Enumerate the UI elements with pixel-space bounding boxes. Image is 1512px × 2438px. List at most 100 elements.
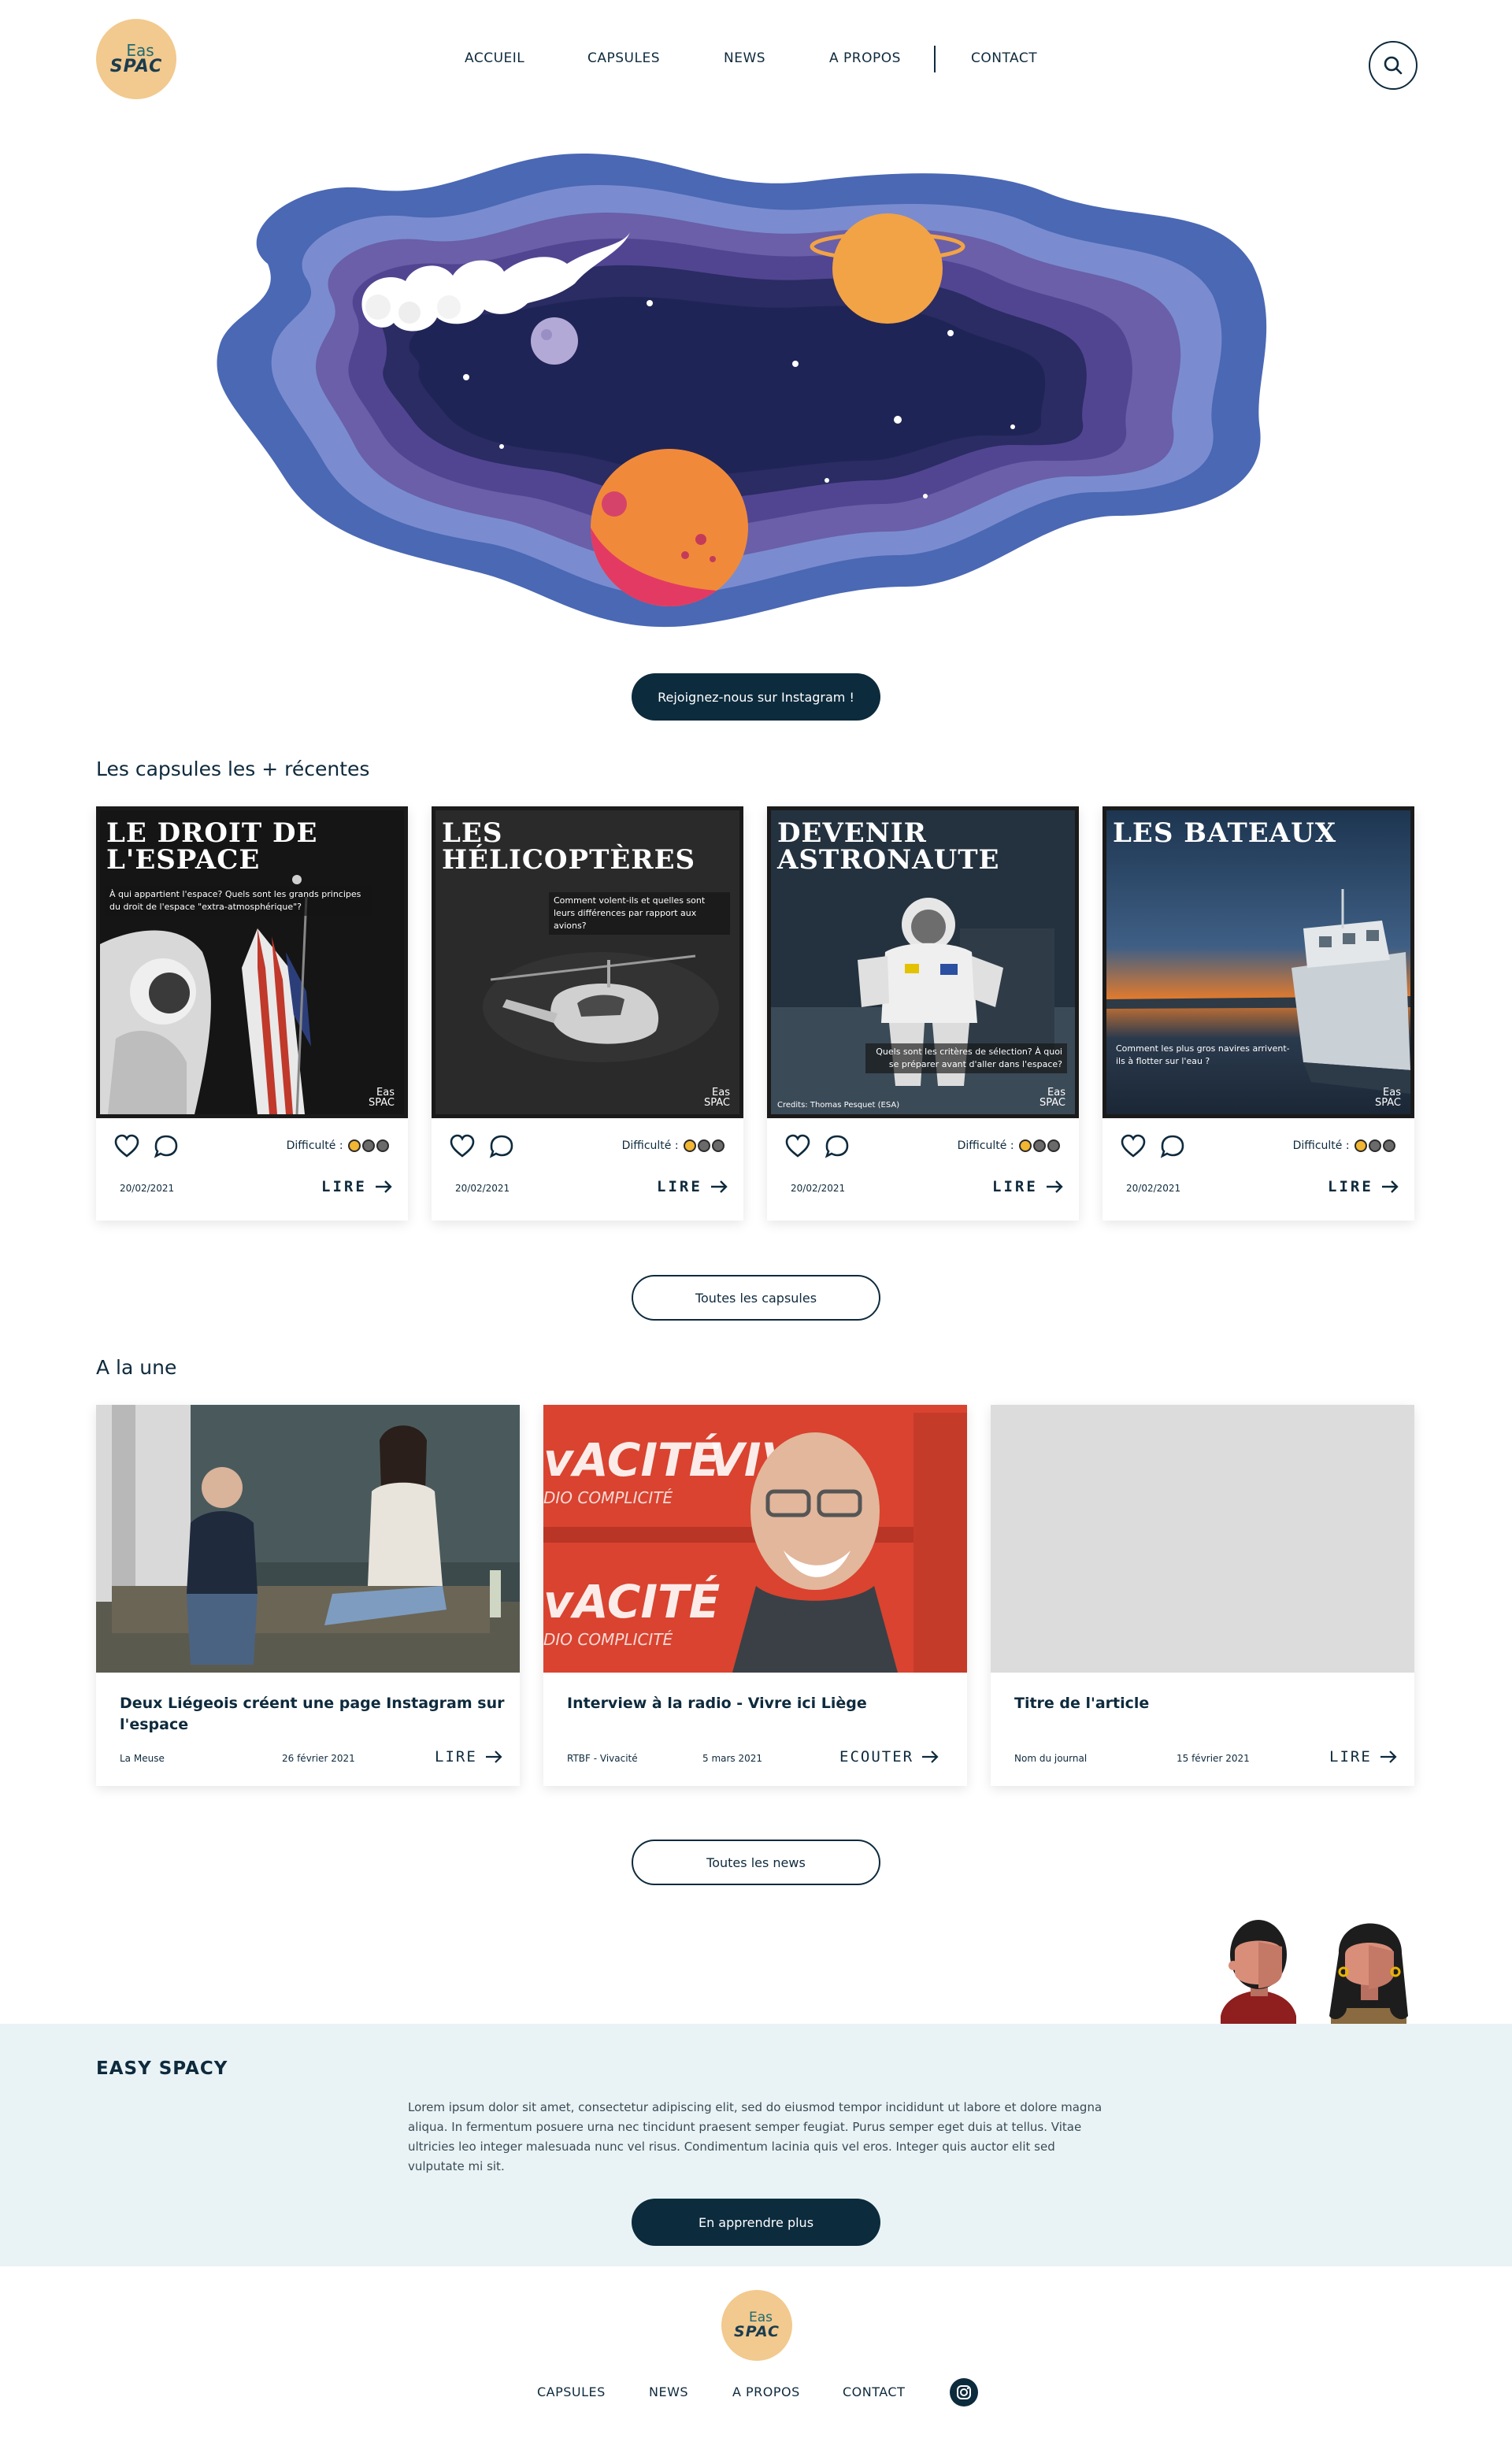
about-title: EASY SPACY (96, 2058, 228, 2079)
footer-nav-news[interactable]: NEWS (649, 2384, 688, 2399)
footer-nav-contact[interactable]: CONTACT (843, 2384, 905, 2399)
news-title: Interview à la radio - Vivre ici Liège (567, 1695, 867, 1712)
news-title: Titre de l'article (1014, 1695, 1150, 1712)
news-date: 15 février 2021 (1177, 1753, 1250, 1764)
heart-icon[interactable] (449, 1133, 476, 1160)
capsule-card[interactable]: LES BATEAUX Comment les plus gros navire… (1102, 806, 1414, 1221)
difficulty-indicator: Difficulté : (958, 1139, 1060, 1152)
capsule-actions: Difficulté : (96, 1133, 408, 1165)
read-label: LIRE (657, 1178, 702, 1195)
comment-icon[interactable] (1159, 1133, 1186, 1160)
team-avatars-illustration (1221, 1920, 1408, 2025)
site-logo[interactable]: Eas SPAC (96, 19, 176, 99)
logo-text-bottom: SPAC (734, 2323, 780, 2340)
read-link[interactable]: LIRE (992, 1178, 1063, 1195)
nav-news[interactable]: NEWS (724, 50, 765, 66)
nav-contact[interactable]: CONTACT (971, 50, 1037, 66)
arrow-right-icon (1046, 1180, 1063, 1193)
capsule-card[interactable]: LE DROIT DE L'ESPACE À qui appartient l'… (96, 806, 408, 1221)
read-link[interactable]: LIRE (1328, 1178, 1399, 1195)
capsule-actions: Difficulté : (767, 1133, 1079, 1165)
capsule-card[interactable]: DEVENIR ASTRONAUTE Quels sont les critèr… (767, 806, 1079, 1221)
capsule-image[interactable]: LES HÉLICOPTÈRES Comment volent-ils et q… (432, 806, 743, 1118)
news-title: Deux Liégeois créent une page Instagram … (120, 1695, 505, 1733)
news-card[interactable]: vACITÉ VIV DIO COMPLICITÉ vACITÉ DIO COM… (543, 1405, 967, 1786)
news-card[interactable]: Titre de l'article Nom du journal 15 fév… (991, 1405, 1414, 1786)
news-action-label: LIRE (435, 1748, 477, 1766)
news-read-link[interactable]: LIRE (435, 1748, 502, 1766)
read-link[interactable]: LIRE (321, 1178, 392, 1195)
news-date: 5 mars 2021 (702, 1753, 763, 1764)
radio-sign-subtext: DIO COMPLICITÉ (543, 1630, 673, 1649)
footer-logo[interactable]: Eas SPAC (721, 2290, 792, 2361)
capsule-title: LE DROIT DE L'ESPACE (106, 817, 318, 876)
capsule-image[interactable]: LES BATEAUX Comment les plus gros navire… (1102, 806, 1414, 1118)
news-read-link[interactable]: LIRE (1329, 1748, 1397, 1766)
nav-capsules[interactable]: CAPSULES (587, 50, 660, 66)
news-image-placeholder[interactable] (991, 1405, 1414, 1673)
capsule-actions: Difficulté : (1102, 1133, 1414, 1165)
footer-nav-a-propos[interactable]: A PROPOS (732, 2384, 800, 2399)
all-capsules-button[interactable]: Toutes les capsules (632, 1275, 880, 1321)
news-source: La Meuse (120, 1753, 165, 1764)
capsule-mini-logo: Eas SPAC (703, 1087, 730, 1109)
read-label: LIRE (321, 1178, 367, 1195)
arrow-right-icon (1380, 1751, 1397, 1763)
capsule-mini-logo: Eas SPAC (1374, 1087, 1401, 1109)
footer-nav-capsules[interactable]: CAPSULES (537, 2384, 606, 2399)
read-label: LIRE (1328, 1178, 1373, 1195)
capsule-title: DEVENIR ASTRONAUTE (777, 817, 1000, 876)
nav-a-propos[interactable]: A PROPOS (829, 50, 901, 66)
capsule-credit: Credits: Thomas Pesquet (ESA) (777, 1101, 900, 1110)
heart-icon[interactable] (784, 1133, 811, 1160)
capsule-description: Comment volent-ils et quelles sont leurs… (549, 892, 730, 935)
capsule-description: À qui appartient l'espace? Quels sont le… (105, 886, 372, 916)
news-card[interactable]: Deux Liégeois créent une page Instagram … (96, 1405, 520, 1786)
all-news-button[interactable]: Toutes les news (632, 1840, 880, 1885)
news-listen-link[interactable]: ECOUTER (839, 1748, 939, 1766)
capsule-description: Comment les plus gros navires arrivent-i… (1116, 1043, 1290, 1066)
search-button[interactable] (1369, 41, 1418, 90)
learn-more-button[interactable]: En apprendre plus (632, 2199, 880, 2246)
read-label: LIRE (992, 1178, 1038, 1195)
capsule-mini-logo: Eas SPAC (1039, 1087, 1065, 1109)
search-icon (1384, 56, 1403, 75)
arrow-right-icon (375, 1180, 392, 1193)
news-image[interactable]: vACITÉ VIV DIO COMPLICITÉ vACITÉ DIO COM… (543, 1405, 967, 1673)
capsule-image[interactable]: LE DROIT DE L'ESPACE À qui appartient l'… (96, 806, 408, 1118)
news-image[interactable] (96, 1405, 520, 1673)
capsule-card[interactable]: LES HÉLICOPTÈRES Comment volent-ils et q… (432, 806, 743, 1221)
radio-sign-text: vACITÉ (543, 1432, 720, 1487)
heart-icon[interactable] (1120, 1133, 1147, 1160)
capsule-description: Quels sont les critères de sélection? À … (865, 1043, 1067, 1073)
capsule-title: LES HÉLICOPTÈRES (442, 817, 696, 876)
capsule-date: 20/02/2021 (120, 1183, 175, 1194)
instagram-icon (957, 2385, 971, 2399)
difficulty-indicator: Difficulté : (622, 1139, 724, 1152)
arrow-right-icon (1381, 1180, 1399, 1193)
nav-accueil[interactable]: ACCUEIL (465, 50, 524, 66)
about-text: Lorem ipsum dolor sit amet, consectetur … (408, 2100, 1102, 2173)
capsule-title: LES BATEAUX (1113, 817, 1337, 849)
heart-icon[interactable] (113, 1133, 140, 1160)
capsule-image[interactable]: DEVENIR ASTRONAUTE Quels sont les critèr… (767, 806, 1079, 1118)
instagram-link[interactable] (950, 2378, 978, 2407)
logo-text-bottom: SPAC (109, 57, 163, 76)
arrow-right-icon (485, 1751, 502, 1763)
comment-icon[interactable] (488, 1133, 515, 1160)
difficulty-indicator: Difficulté : (287, 1139, 389, 1152)
difficulty-label: Difficulté : (1292, 1139, 1350, 1152)
difficulty-label: Difficulté : (957, 1139, 1014, 1152)
news-source: Nom du journal (1014, 1753, 1088, 1764)
comment-icon[interactable] (153, 1133, 180, 1160)
radio-sign-subtext: DIO COMPLICITÉ (543, 1488, 673, 1507)
arrow-right-icon (922, 1751, 939, 1763)
logo-text-top: Eas (126, 41, 154, 60)
nav-divider (934, 46, 936, 72)
difficulty-label: Difficulté : (286, 1139, 343, 1152)
read-link[interactable]: LIRE (657, 1178, 728, 1195)
comment-icon[interactable] (824, 1133, 850, 1160)
instagram-join-button[interactable]: Rejoignez-nous sur Instagram ! (632, 673, 880, 721)
arrow-right-icon (710, 1180, 728, 1193)
news-date: 26 février 2021 (282, 1753, 355, 1764)
